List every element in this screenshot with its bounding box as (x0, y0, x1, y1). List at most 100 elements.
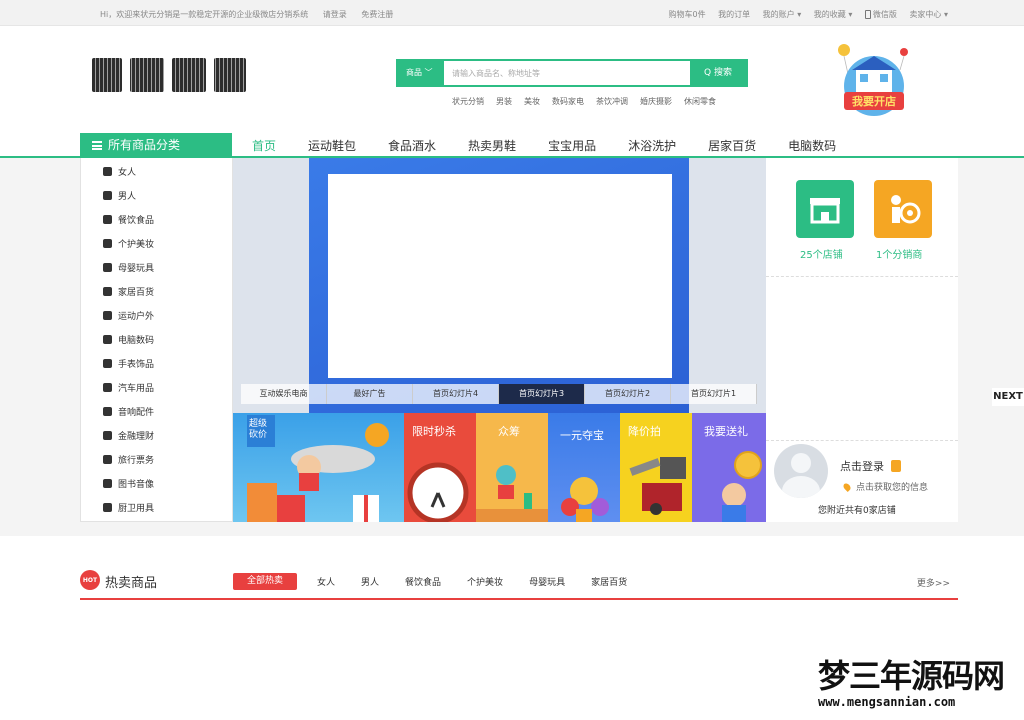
hot-word-link[interactable]: 茶饮冲调 (596, 97, 628, 106)
promo-one-yuan[interactable]: 一元夺宝 (548, 413, 620, 522)
search-category-select[interactable]: 商品 ﹀ (398, 61, 444, 85)
cart-link[interactable]: 购物车0件 (668, 10, 705, 19)
nav-item[interactable]: 运动鞋包 (308, 137, 356, 154)
open-shop-badge[interactable]: 我要开店 (830, 40, 920, 124)
favorites-menu[interactable]: 我的收藏 ▾ (814, 10, 853, 19)
login-link[interactable]: 请登录 (323, 10, 347, 19)
login-prompt[interactable]: 点击登录 (840, 458, 901, 474)
promo-price-drop[interactable]: 降价拍 (620, 413, 692, 522)
hot-category-tab[interactable]: 餐饮食品 (405, 578, 441, 588)
sidebar-item-label: 男人 (118, 192, 137, 202)
login-hint: 点击获取您的信息 (842, 480, 928, 493)
orders-link[interactable]: 我的订单 (718, 10, 750, 19)
hot-word-link[interactable]: 男装 (496, 97, 512, 106)
watermark-url: www.mengsannian.com (818, 695, 956, 709)
hot-word-link[interactable]: 状元分销 (452, 97, 484, 106)
sidebar-category-item[interactable]: 母婴玩具 (103, 261, 154, 277)
nav-item[interactable]: 沐浴洗护 (628, 137, 676, 154)
store-icon[interactable] (796, 180, 854, 238)
category-sidebar: 女人男人餐饮食品个护美妆母婴玩具家居百货运动户外电脑数码手表饰品汽车用品音响配件… (80, 158, 233, 522)
distributor-count[interactable]: 1个分销商 (876, 246, 922, 261)
hot-word-link[interactable]: 数码家电 (552, 97, 584, 106)
search-input[interactable] (444, 61, 694, 85)
hot-search-words: 状元分销 男装 美妆 数码家电 茶饮冲调 婚庆摄影 休闲零食 (452, 96, 728, 107)
account-menu[interactable]: 我的账户 ▾ (763, 10, 802, 19)
sidebar-category-item[interactable]: 运动户外 (103, 309, 154, 325)
sidebar-category-item[interactable]: 旅行票务 (103, 453, 154, 469)
sidebar-category-item[interactable]: 金融理财 (103, 429, 154, 445)
nav-item[interactable]: 首页 (252, 137, 276, 154)
nav-item[interactable]: 宝宝用品 (548, 137, 596, 154)
hot-flame-icon: HOT (80, 570, 100, 590)
hot-word-link[interactable]: 婚庆摄影 (640, 97, 672, 106)
nav-item[interactable]: 食品酒水 (388, 137, 436, 154)
all-hot-tab[interactable]: 全部热卖 (233, 573, 297, 590)
welcome-text: Hi，欢迎来状元分销是一款稳定开源的企业级微店分销系统 (100, 10, 309, 19)
nav-item[interactable]: 居家百货 (708, 137, 756, 154)
slider-tab[interactable]: 最好广告 (327, 384, 413, 404)
site-logo[interactable] (88, 58, 248, 92)
slider-tab[interactable]: 首页幻灯片1 (671, 384, 757, 404)
hot-category-tab[interactable]: 家居百货 (591, 578, 627, 588)
sidebar-category-item[interactable]: 男人 (103, 189, 136, 205)
auction-icon (629, 457, 686, 515)
hot-category-tab[interactable]: 男人 (361, 578, 379, 588)
slider-tab[interactable]: 首页幻灯片4 (413, 384, 499, 404)
sidebar-category-item[interactable]: 图书音像 (103, 477, 154, 493)
nav-item[interactable]: 电脑数码 (788, 137, 836, 154)
wechat-link[interactable]: 微信版 (864, 10, 897, 19)
promo-send-gift[interactable]: 我要送礼 (692, 413, 766, 522)
hot-category-tab[interactable]: 女人 (317, 578, 335, 588)
sidebar-category-item[interactable]: 个护美妆 (103, 237, 154, 253)
sidebar-category-item[interactable]: 家居百货 (103, 285, 154, 301)
badge-text: 我要开店 (852, 94, 896, 108)
hot-products-header: HOT 热卖商品 全部热卖 女人 男人 餐饮食品 个护美妆 母婴玩具 家居百货 更多>> (80, 570, 958, 600)
slider-tab[interactable]: 互动娱乐电商 (241, 384, 327, 404)
hot-category-tab[interactable]: 个护美妆 (467, 578, 503, 588)
promo-flash-sale[interactable]: 限时秒杀 (404, 413, 476, 522)
section-underline (80, 598, 958, 600)
sidebar-category-item[interactable]: 女人 (103, 165, 136, 181)
login-title: 点击登录 (840, 460, 884, 473)
hot-word-link[interactable]: 休闲零食 (684, 97, 716, 106)
hot-word-link[interactable]: 美妆 (524, 97, 540, 106)
watermark: 梦三年源码网 www.mengsannian.com (818, 658, 1024, 720)
sidebar-category-item[interactable]: 音响配件 (103, 405, 154, 421)
sidebar-item-label: 女人 (118, 168, 137, 178)
category-icon (103, 335, 112, 344)
sidebar-category-item[interactable]: 手表饰品 (103, 357, 154, 373)
category-icon (103, 263, 112, 272)
next-button[interactable]: NEXT (992, 388, 1024, 406)
location-icon (842, 482, 852, 492)
category-icon (103, 359, 112, 368)
sidebar-category-item[interactable]: 汽车用品 (103, 381, 154, 397)
slider-tab[interactable]: 首页幻灯片3 (499, 384, 585, 404)
slide-image (328, 174, 672, 378)
promo-super-bargain[interactable]: 超级 砍价 (233, 413, 404, 522)
sidebar-category-item[interactable]: 厨卫用具 (103, 501, 154, 517)
category-icon (103, 383, 112, 392)
avatar[interactable] (774, 444, 828, 498)
watermark-title: 梦三年源码网 (818, 657, 1005, 695)
category-icon (103, 407, 112, 416)
search-button[interactable]: Q 搜索 (690, 61, 746, 85)
promo-crowdfunding[interactable]: 众筹 (476, 413, 548, 522)
more-link[interactable]: 更多>> (917, 576, 950, 589)
banner-slider[interactable] (233, 158, 766, 413)
all-categories-button[interactable]: 所有商品分类 (80, 133, 232, 158)
distributor-icon[interactable] (874, 180, 932, 238)
register-link[interactable]: 免费注册 (361, 10, 393, 19)
sidebar-category-item[interactable]: 电脑数码 (103, 333, 154, 349)
top-bar-left: Hi，欢迎来状元分销是一款稳定开源的企业级微店分销系统 请登录 免费注册 (100, 9, 405, 20)
slider-tab[interactable]: 首页幻灯片2 (585, 384, 671, 404)
divider (766, 440, 958, 441)
sidebar-category-item[interactable]: 餐饮食品 (103, 213, 154, 229)
hot-category-tab[interactable]: 母婴玩具 (529, 578, 565, 588)
nav-item[interactable]: 热卖男鞋 (468, 137, 516, 154)
category-icon (103, 503, 112, 512)
logo-overlay (88, 58, 248, 92)
sidebar-item-label: 手表饰品 (118, 360, 155, 370)
store-count[interactable]: 25个店铺 (800, 246, 843, 261)
sidebar-item-label: 厨卫用具 (118, 504, 155, 514)
seller-center-menu[interactable]: 卖家中心 ▾ (909, 10, 948, 19)
